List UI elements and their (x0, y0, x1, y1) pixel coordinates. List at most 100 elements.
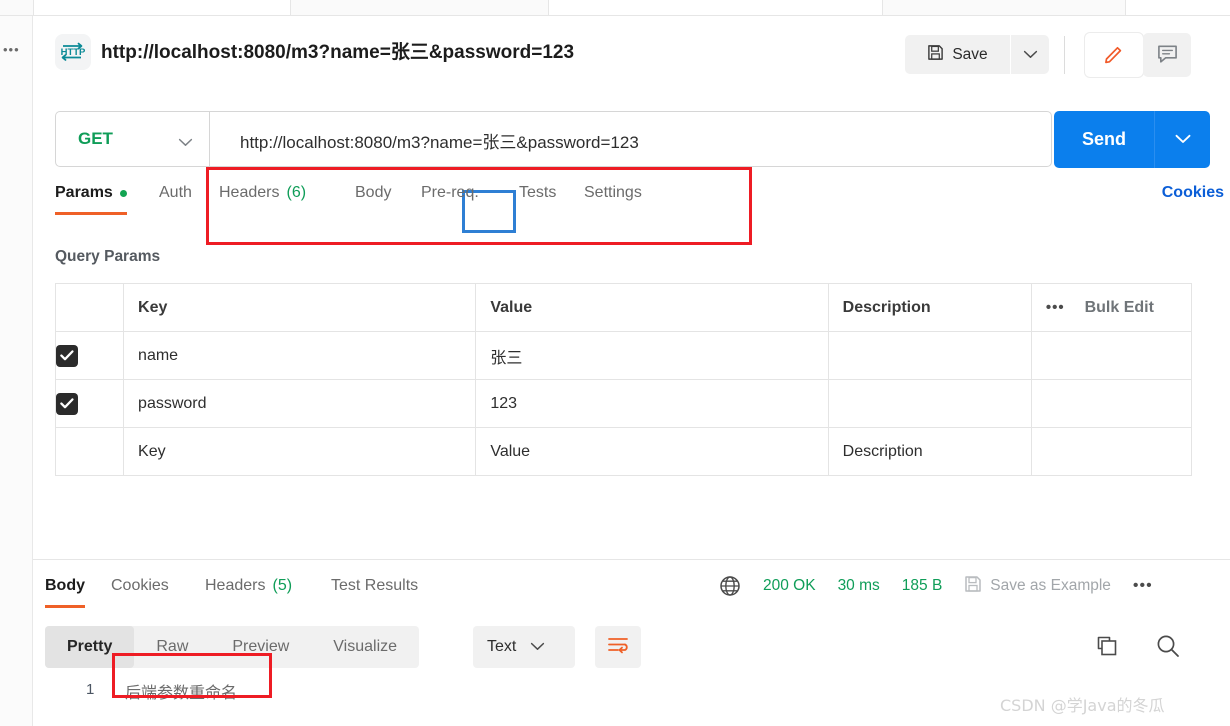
method-label: GET (78, 129, 113, 148)
request-header: HTTP http://localhost:8080/m3?name=张三&pa… (33, 16, 1230, 88)
method-selector[interactable]: GET (55, 111, 210, 167)
floppy-disk-icon (927, 44, 944, 66)
table-header-row: Key Value Description ••• Bulk Edit (54, 283, 1193, 332)
background-tab-3[interactable] (1125, 0, 1230, 15)
params-modified-dot (119, 189, 127, 197)
watermark: CSDN @学Java的冬瓜 (1000, 696, 1165, 715)
floppy-disk-icon (964, 575, 982, 598)
chevron-down-icon (530, 638, 545, 656)
globe-icon (719, 575, 741, 597)
save-options-button[interactable] (1011, 35, 1049, 74)
row-value-name[interactable]: 张三 (475, 331, 829, 380)
save-as-example-button[interactable]: Save as Example (964, 575, 1111, 598)
line-number: 1 (86, 681, 95, 698)
row-checkbox-cell (54, 379, 125, 428)
response-size: 185 B (901, 577, 943, 594)
word-wrap-icon (607, 635, 629, 660)
body-format-select[interactable]: Text (473, 626, 575, 668)
tab-response-body[interactable]: Body (45, 567, 85, 608)
tab-settings-label: Settings (584, 184, 642, 201)
send-options-button[interactable] (1154, 111, 1210, 168)
tab-headers-count: (6) (286, 184, 307, 201)
body-view-segmented-control: Pretty Raw Preview Visualize (45, 626, 420, 668)
tab-tests[interactable]: Tests (519, 174, 556, 212)
header-checkbox-cell (54, 283, 125, 332)
background-tab-2[interactable] (548, 0, 883, 15)
chevron-down-icon (1023, 47, 1038, 62)
row-extra-password (1030, 379, 1193, 428)
background-tab-1[interactable] (33, 0, 291, 15)
chevron-down-icon (1175, 132, 1191, 147)
request-tabs: Params Auth Headers (6) Body Pre-req. Te… (33, 174, 1230, 215)
tab-strip (0, 0, 1230, 16)
query-params-table: Key Value Description ••• Bulk Edit name (54, 283, 1193, 476)
row-checkbox-password[interactable] (56, 392, 78, 415)
tab-body[interactable]: Body (355, 174, 391, 212)
row-checkbox-cell (54, 331, 125, 380)
tab-prereq[interactable]: Pre-req. (421, 174, 479, 212)
postman-window: ••• HTTP http://localhost:8080/m3?name=张… (0, 0, 1230, 726)
empty-row-key[interactable]: Key (123, 427, 477, 476)
tab-response-headers-count: (5) (272, 577, 293, 594)
query-params-label: Query Params (55, 248, 161, 265)
header-bulk-edit: ••• Bulk Edit (1030, 283, 1193, 332)
row-value-password[interactable]: 123 (475, 379, 829, 428)
comment-button[interactable] (1143, 33, 1191, 77)
empty-row-value[interactable]: Value (475, 427, 829, 476)
request-pane: HTTP http://localhost:8080/m3?name=张三&pa… (33, 16, 1230, 726)
view-raw[interactable]: Raw (134, 626, 210, 668)
tab-headers-label: Headers (219, 184, 280, 201)
row-extra-name (1030, 331, 1193, 380)
word-wrap-button[interactable] (595, 626, 641, 668)
tab-auth-label: Auth (159, 184, 192, 201)
empty-row-description[interactable]: Description (827, 427, 1032, 476)
view-pretty[interactable]: Pretty (45, 626, 135, 668)
http-protocol-icon: HTTP (55, 34, 91, 70)
view-preview[interactable]: Preview (210, 626, 311, 668)
view-visualize[interactable]: Visualize (311, 626, 419, 668)
table-row: name 张三 (54, 331, 1193, 380)
header-divider (1064, 36, 1065, 74)
row-key-password[interactable]: password (123, 379, 477, 428)
url-input[interactable]: http://localhost:8080/m3?name=张三&passwor… (210, 111, 1052, 167)
rail-more-icon[interactable]: ••• (3, 42, 20, 57)
response-body-toolbar: Pretty Raw Preview Visualize Text (33, 622, 1230, 674)
save-button[interactable]: Save (905, 35, 1010, 74)
send-button[interactable]: Send (1054, 111, 1154, 168)
body-format-value: Text (487, 638, 517, 655)
tab-auth[interactable]: Auth (159, 174, 192, 212)
tab-response-cookies-label: Cookies (111, 577, 169, 594)
tab-test-results[interactable]: Test Results (331, 567, 418, 605)
tab-response-headers-label: Headers (205, 577, 266, 594)
cookies-link[interactable]: Cookies (1162, 174, 1224, 212)
row-checkbox-name[interactable] (56, 344, 78, 367)
response-more-icon[interactable]: ••• (1133, 577, 1153, 595)
row-description-password[interactable] (827, 379, 1032, 428)
url-input-value: http://localhost:8080/m3?name=张三&passwor… (240, 133, 639, 152)
copy-button[interactable] (1095, 634, 1119, 663)
pencil-icon (1103, 43, 1125, 68)
empty-row-checkbox-cell (54, 427, 125, 476)
request-title: http://localhost:8080/m3?name=张三&passwor… (101, 42, 575, 63)
row-description-name[interactable] (827, 331, 1032, 380)
response-separator (33, 559, 1230, 560)
bulk-edit-button[interactable]: Bulk Edit (1085, 299, 1154, 317)
comment-icon (1157, 44, 1178, 67)
table-row-empty: Key Value Description (54, 427, 1193, 476)
request-url-row: GET http://localhost:8080/m3?name=张三&pas… (33, 96, 1230, 245)
tab-headers[interactable]: Headers (6) (219, 174, 306, 212)
save-button-label: Save (952, 45, 988, 63)
tab-response-headers[interactable]: Headers (5) (205, 567, 292, 605)
response-body-line: 后端参数重命名 (125, 683, 238, 702)
bulk-more-icon[interactable]: ••• (1046, 299, 1065, 316)
tab-response-cookies[interactable]: Cookies (111, 567, 169, 605)
search-button[interactable] (1155, 633, 1181, 664)
edit-request-button[interactable] (1085, 33, 1143, 77)
tab-settings[interactable]: Settings (584, 174, 642, 212)
tab-params[interactable]: Params (55, 174, 127, 215)
table-row: password 123 (54, 379, 1193, 428)
row-key-name[interactable]: name (123, 331, 477, 380)
chevron-down-icon (178, 134, 193, 152)
tab-test-results-label: Test Results (331, 577, 419, 594)
response-time: 30 ms (837, 577, 880, 594)
